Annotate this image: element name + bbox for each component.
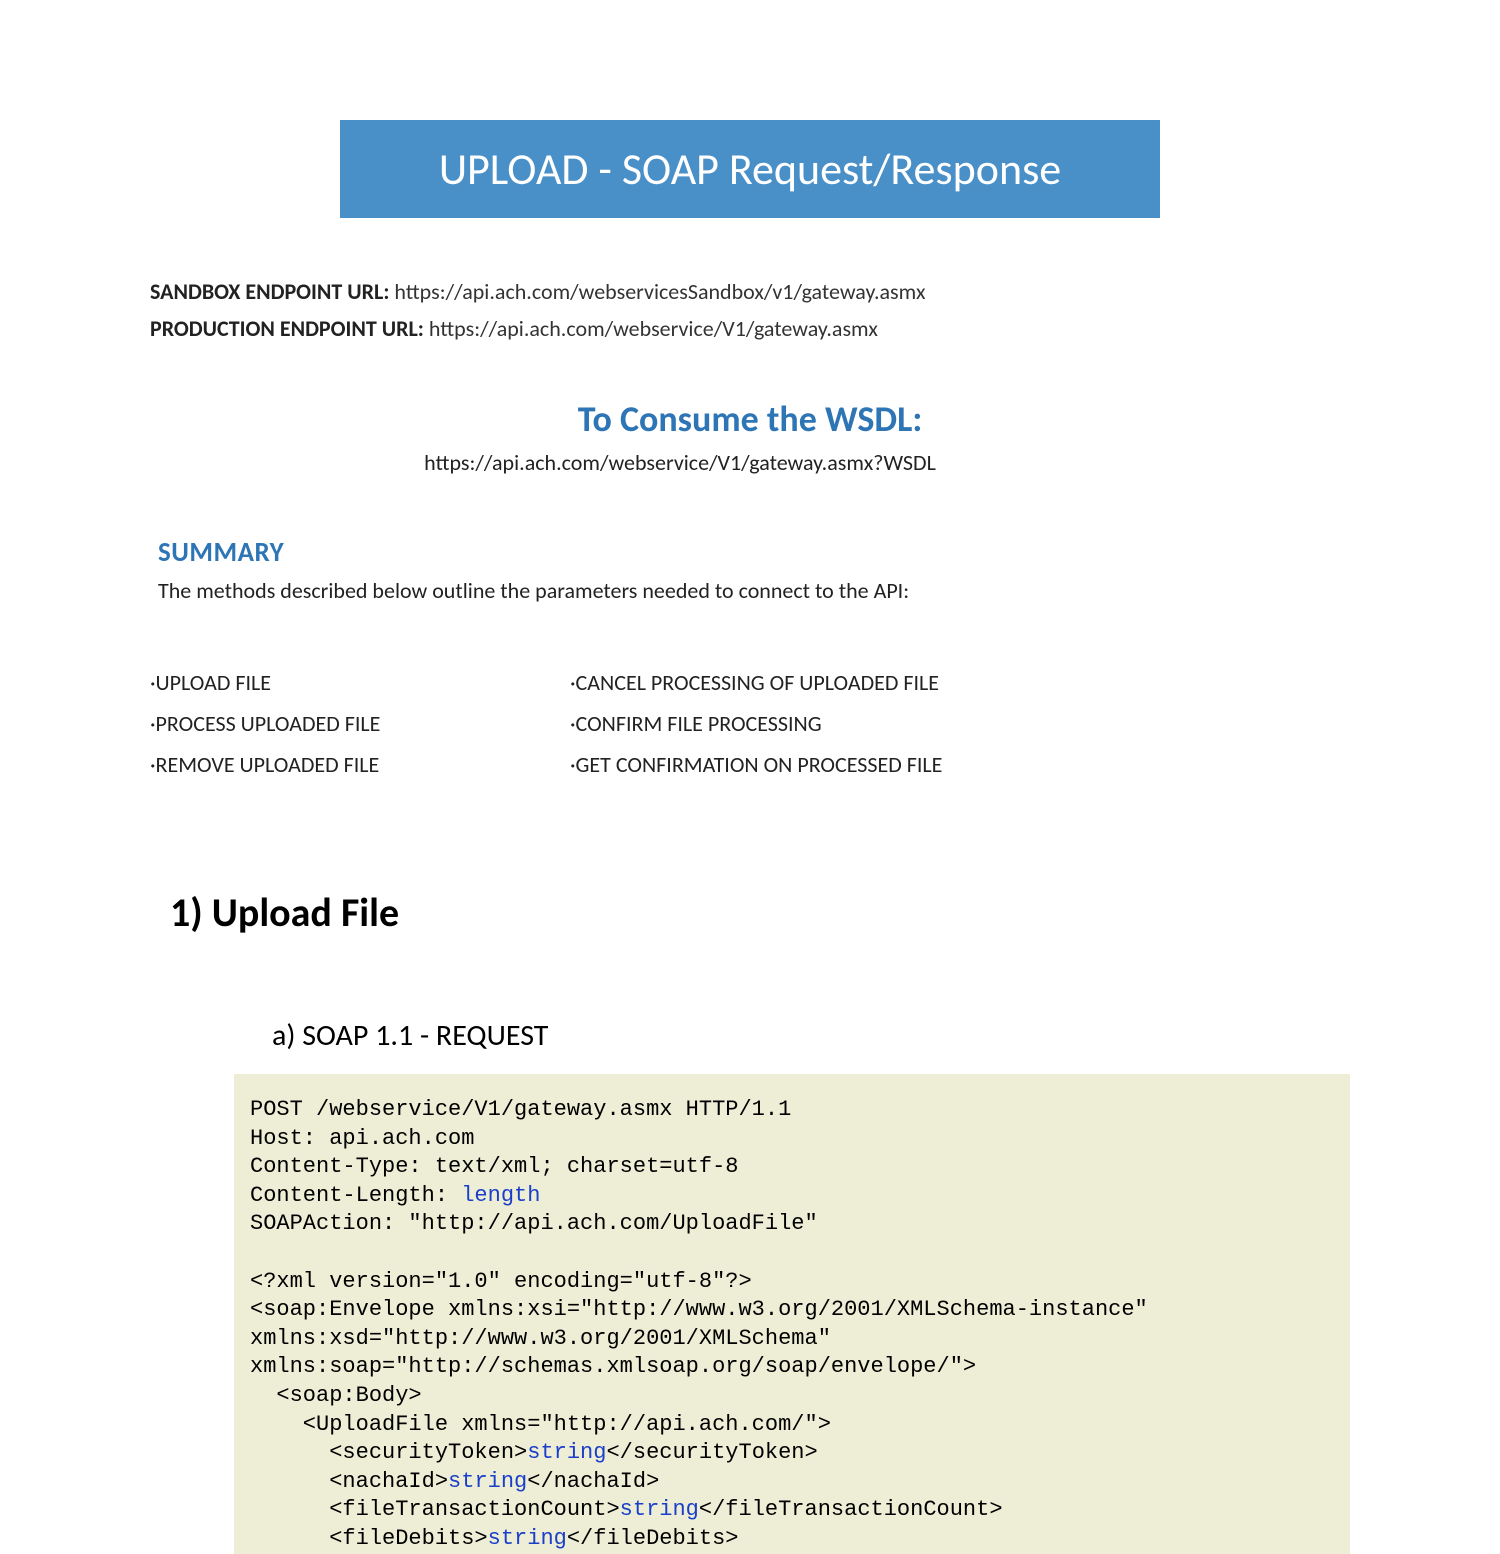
code-line: Content-Length:	[250, 1183, 461, 1208]
code-line: xmlns:soap="http://schemas.xmlsoap.org/s…	[250, 1354, 976, 1379]
code-line: <soap:Body>	[250, 1383, 422, 1408]
code-line: <fileDebits>	[250, 1526, 488, 1551]
code-line: <?xml version="1.0" encoding="utf-8"?>	[250, 1269, 752, 1294]
method-item: ·CANCEL PROCESSING OF UPLOADED FILE	[570, 669, 942, 696]
code-line: Host: api.ach.com	[250, 1126, 474, 1151]
code-line: xmlns:xsd="http://www.w3.org/2001/XMLSch…	[250, 1326, 844, 1351]
summary-heading: SUMMARY	[158, 536, 1350, 569]
code-line: </fileTransactionCount>	[699, 1497, 1003, 1522]
code-placeholder: string	[448, 1469, 527, 1494]
code-line: <nachaId>	[250, 1469, 448, 1494]
soap-request-code-block: POST /webservice/V1/gateway.asmx HTTP/1.…	[234, 1074, 1350, 1554]
code-placeholder: string	[620, 1497, 699, 1522]
methods-col-right: ·CANCEL PROCESSING OF UPLOADED FILE ·CON…	[570, 669, 942, 778]
method-item: ·PROCESS UPLOADED FILE	[150, 710, 520, 737]
method-item: ·GET CONFIRMATION ON PROCESSED FILE	[570, 751, 942, 778]
code-placeholder: string	[527, 1440, 606, 1465]
sandbox-endpoint-row: SANDBOX ENDPOINT URL: https://api.ach.co…	[150, 278, 1350, 305]
code-line: <securityToken>	[250, 1440, 527, 1465]
methods-grid: ·UPLOAD FILE ·PROCESS UPLOADED FILE ·REM…	[150, 669, 1350, 778]
code-line: <UploadFile xmlns="http://api.ach.com/">	[250, 1412, 831, 1437]
method-item: ·UPLOAD FILE	[150, 669, 520, 696]
section-1-title: 1) Upload File	[170, 888, 1350, 937]
wsdl-section: To Consume the WSDL: https://api.ach.com…	[150, 397, 1350, 476]
method-item: ·REMOVE UPLOADED FILE	[150, 751, 520, 778]
subsection-1a-title: a) SOAP 1.1 - REQUEST	[272, 1017, 1350, 1054]
production-endpoint-value: https://api.ach.com/webservice/V1/gatewa…	[424, 315, 878, 342]
code-line: Content-Type: text/xml; charset=utf-8	[250, 1154, 738, 1179]
document-page: UPLOAD - SOAP Request/Response SANDBOX E…	[0, 0, 1500, 1554]
page-title-banner: UPLOAD - SOAP Request/Response	[340, 120, 1160, 218]
production-endpoint-row: PRODUCTION ENDPOINT URL: https://api.ach…	[150, 315, 1350, 342]
code-line: </fileDebits>	[567, 1526, 739, 1551]
production-endpoint-label: PRODUCTION ENDPOINT URL:	[150, 315, 424, 342]
wsdl-url: https://api.ach.com/webservice/V1/gatewa…	[10, 449, 1350, 476]
sandbox-endpoint-label: SANDBOX ENDPOINT URL:	[150, 278, 389, 305]
summary-text: The methods described below outline the …	[158, 577, 1350, 604]
code-placeholder: string	[488, 1526, 567, 1551]
method-item: ·CONFIRM FILE PROCESSING	[570, 710, 942, 737]
code-line: POST /webservice/V1/gateway.asmx HTTP/1.…	[250, 1097, 791, 1122]
code-line: SOAPAction: "http://api.ach.com/UploadFi…	[250, 1211, 818, 1236]
code-line: <fileTransactionCount>	[250, 1497, 620, 1522]
sandbox-endpoint-value: https://api.ach.com/webservicesSandbox/v…	[389, 278, 925, 305]
code-line: <soap:Envelope xmlns:xsi="http://www.w3.…	[250, 1297, 1161, 1322]
code-line: </nachaId>	[527, 1469, 659, 1494]
code-line: </securityToken>	[606, 1440, 817, 1465]
code-placeholder: length	[461, 1183, 540, 1208]
wsdl-heading: To Consume the WSDL:	[150, 397, 1350, 441]
methods-col-left: ·UPLOAD FILE ·PROCESS UPLOADED FILE ·REM…	[150, 669, 520, 778]
